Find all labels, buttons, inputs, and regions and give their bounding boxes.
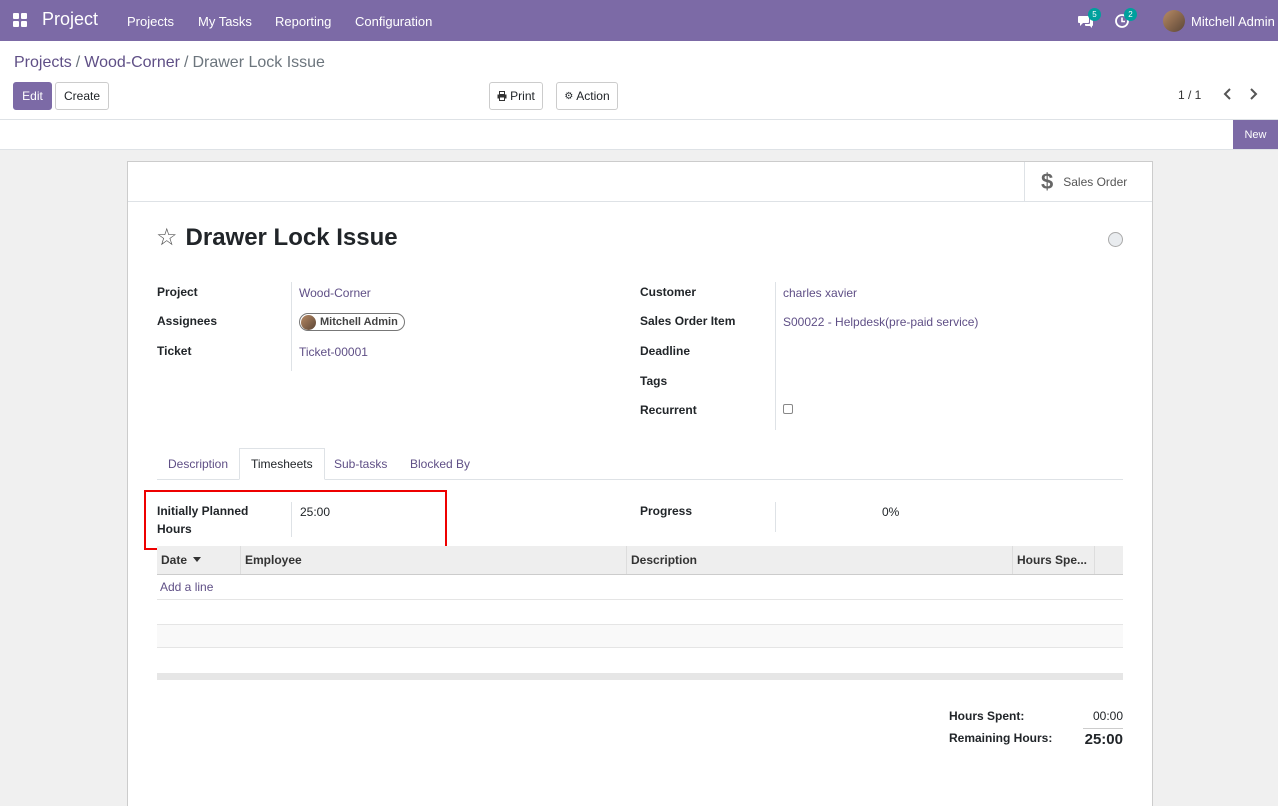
progress-value: 0% (882, 505, 900, 519)
customer-field[interactable]: charles xavier (783, 286, 857, 300)
sales-order-button[interactable]: $ Sales Order (1024, 162, 1152, 202)
star-icon[interactable]: ☆ (156, 226, 178, 250)
apps-grid-icon[interactable] (13, 13, 28, 27)
title-row: ☆ Drawer Lock Issue (156, 224, 398, 252)
table-row (157, 625, 1123, 647)
menu-projects[interactable]: Projects (127, 14, 174, 29)
menu-my-tasks[interactable]: My Tasks (198, 14, 252, 29)
breadcrumb: Projects / Wood-Corner / Drawer Lock Iss… (14, 54, 325, 72)
menu-configuration[interactable]: Configuration (355, 14, 432, 29)
assignees-label: Assignees (157, 314, 218, 328)
tab-timesheets[interactable]: Timesheets (239, 448, 325, 480)
tab-sub-tasks[interactable]: Sub-tasks (323, 448, 398, 480)
deadline-label: Deadline (640, 344, 691, 358)
stage-new[interactable]: New (1233, 120, 1278, 149)
totals-divider (1083, 728, 1123, 729)
assignee-tag[interactable]: Mitchell Admin (299, 313, 405, 331)
task-title: Drawer Lock Issue (185, 224, 398, 251)
sales-order-item-label: Sales Order Item (640, 314, 736, 328)
breadcrumb-projects[interactable]: Projects (14, 54, 72, 72)
notebook-tabs: Description Timesheets Sub-tasks Blocked… (157, 448, 1123, 480)
highlight-box (144, 490, 447, 550)
project-field[interactable]: Wood-Corner (299, 286, 371, 300)
activities-button[interactable]: 2 (1114, 8, 1137, 29)
field-divider (775, 282, 776, 430)
assignee-name: Mitchell Admin (320, 316, 398, 328)
chevron-right-icon[interactable] (1248, 87, 1258, 103)
dollar-icon: $ (1041, 169, 1054, 194)
customer-label: Customer (640, 285, 697, 299)
tab-blocked-by[interactable]: Blocked By (399, 448, 481, 480)
printer-icon (497, 91, 507, 101)
pager-value[interactable]: 1 / 1 (1178, 88, 1201, 102)
hours-spent-value: 00:00 (1092, 709, 1123, 723)
messages-button[interactable]: 5 (1078, 8, 1101, 29)
breadcrumb-separator: / (75, 54, 81, 71)
ticket-field[interactable]: Ticket-00001 (299, 345, 368, 359)
user-name: Mitchell Admin (1191, 13, 1275, 29)
create-button[interactable]: Create (55, 82, 109, 110)
column-date[interactable]: Date (157, 546, 241, 574)
action-label: Action (576, 89, 610, 103)
breadcrumb-current: Drawer Lock Issue (192, 54, 325, 71)
tab-description[interactable]: Description (157, 448, 239, 480)
recurrent-checkbox[interactable] (783, 404, 793, 414)
row-divider (157, 647, 1123, 648)
print-label: Print (510, 89, 535, 103)
breadcrumb-wood-corner[interactable]: Wood-Corner (84, 54, 180, 72)
sales-order-label: Sales Order (1063, 175, 1128, 189)
add-line-link[interactable]: Add a line (160, 580, 213, 594)
chevron-left-icon[interactable] (1223, 87, 1233, 103)
sales-order-item-field[interactable]: S00022 - Helpdesk(pre-paid service) (783, 315, 978, 329)
recurrent-label: Recurrent (640, 403, 697, 417)
app-name[interactable]: Project (42, 9, 98, 30)
action-button[interactable]: ⚙ Action (556, 82, 618, 110)
top-navbar: Project Projects My Tasks Reporting Conf… (0, 0, 1278, 41)
column-employee[interactable]: Employee (241, 546, 627, 574)
kanban-state-indicator[interactable] (1108, 232, 1123, 247)
gear-icon: ⚙ (564, 90, 574, 102)
activities-badge: 2 (1124, 8, 1137, 21)
sort-down-icon (193, 557, 202, 562)
column-description[interactable]: Description (627, 546, 1013, 574)
user-menu[interactable]: Mitchell Admin (1163, 10, 1275, 32)
form-sheet: $ Sales Order ☆ Drawer Lock Issue Projec… (127, 161, 1153, 806)
status-bar: New (0, 120, 1278, 150)
remaining-hours-value: 25:00 (1084, 731, 1123, 748)
remaining-hours-label: Remaining Hours: (949, 731, 1053, 745)
print-button[interactable]: Print (489, 82, 543, 110)
table-footer (157, 673, 1123, 680)
row-divider (157, 599, 1123, 600)
avatar (301, 314, 316, 330)
breadcrumb-separator: / (184, 54, 189, 71)
column-hours-spent[interactable]: Hours Spe... (1013, 546, 1095, 574)
ticket-label: Ticket (157, 344, 192, 358)
edit-button[interactable]: Edit (13, 82, 52, 110)
timesheet-table-header: Date Employee Description Hours Spe... (157, 546, 1123, 575)
control-panel: Projects / Wood-Corner / Drawer Lock Iss… (0, 41, 1278, 120)
field-divider (291, 282, 292, 371)
messages-badge: 5 (1088, 8, 1101, 21)
avatar (1163, 10, 1185, 32)
field-divider (775, 502, 776, 532)
button-box: $ Sales Order (128, 162, 1152, 202)
project-label: Project (157, 285, 198, 299)
hours-spent-label: Hours Spent: (949, 709, 1025, 723)
progress-label: Progress (640, 504, 693, 518)
tags-label: Tags (640, 374, 668, 388)
menu-reporting[interactable]: Reporting (275, 14, 331, 29)
